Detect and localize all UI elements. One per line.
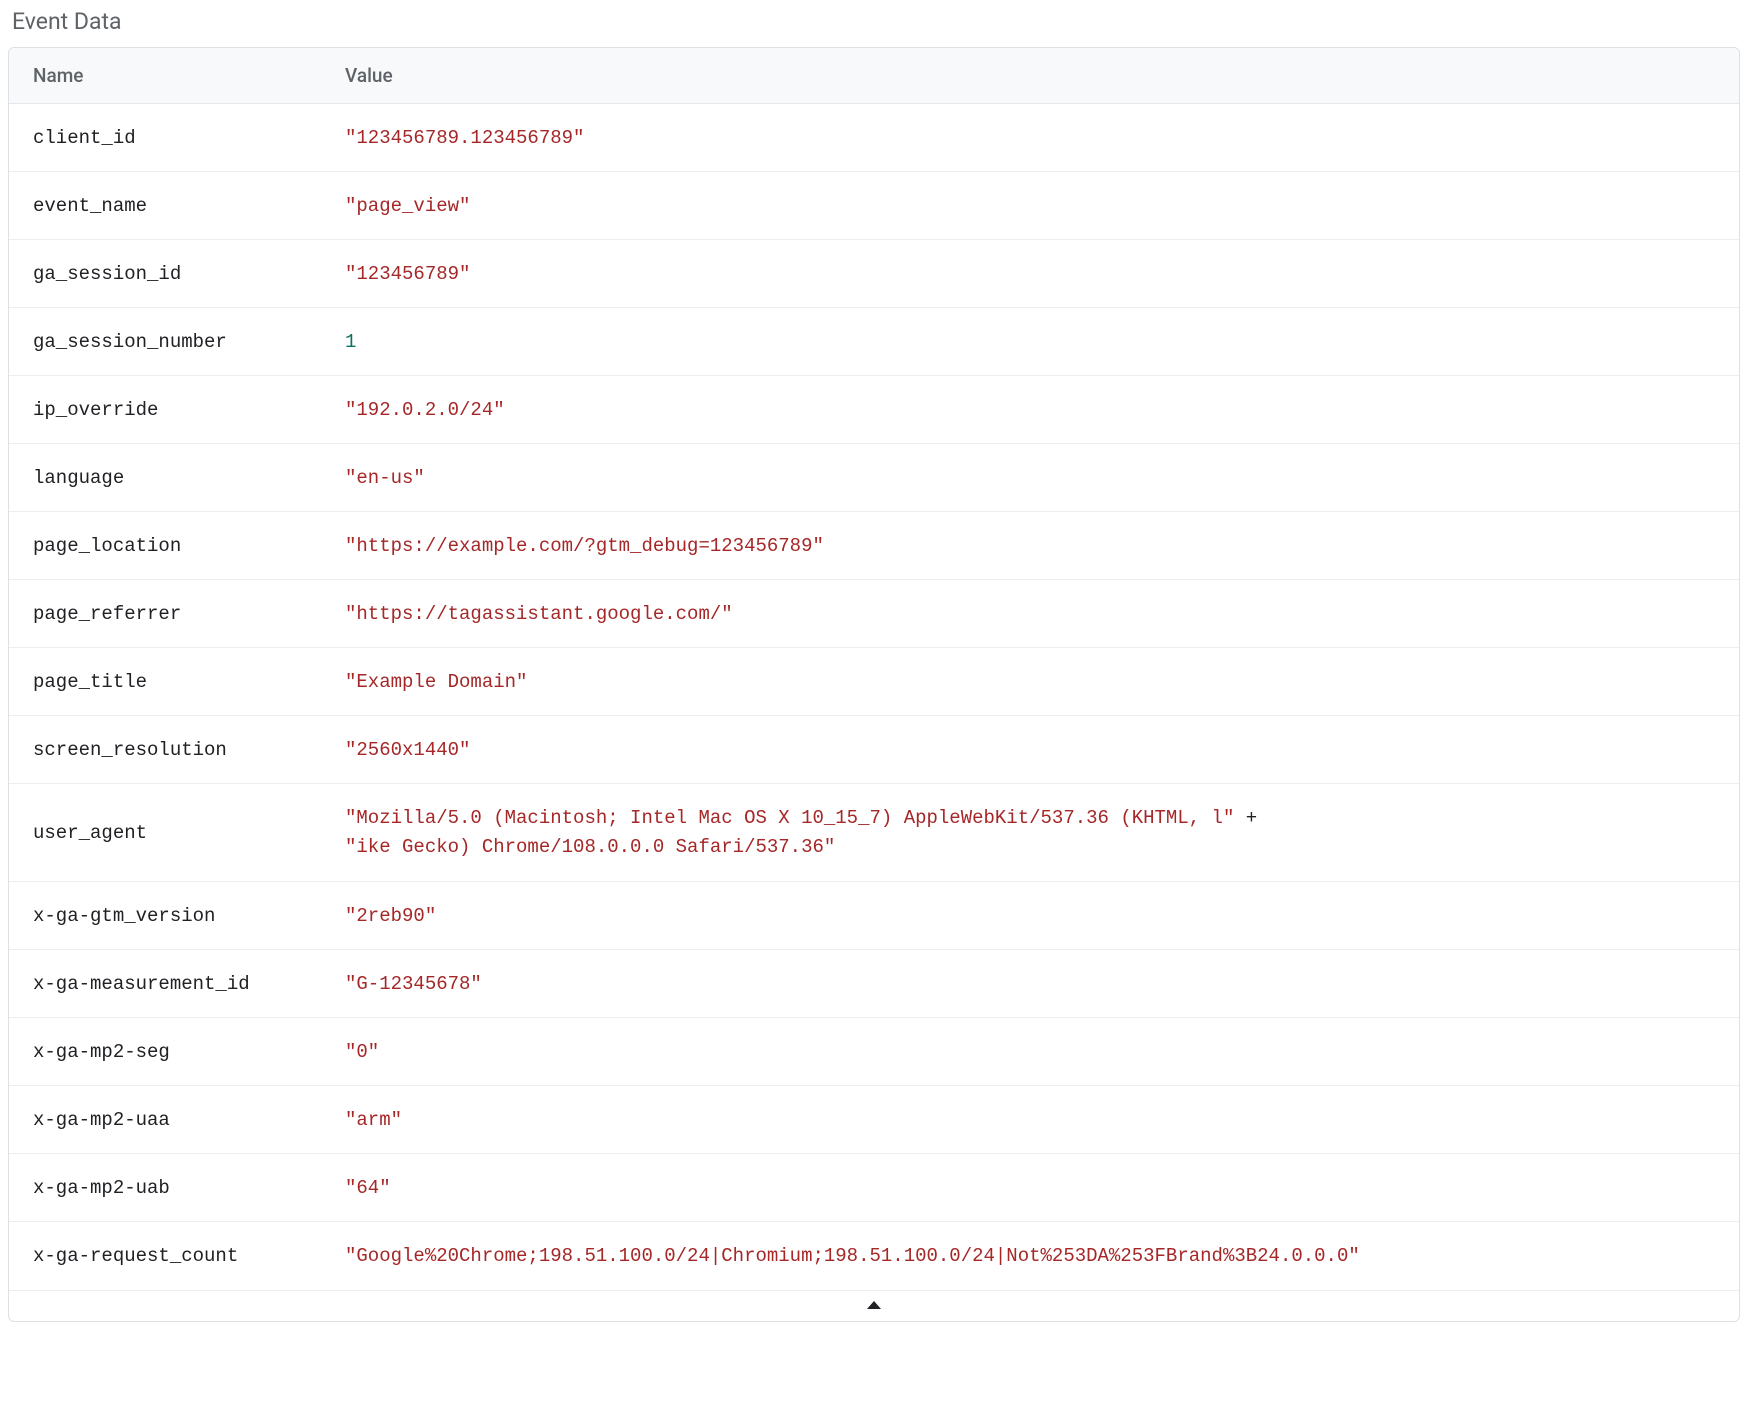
table-row[interactable]: language"en-us" bbox=[9, 444, 1739, 512]
column-header-value: Value bbox=[345, 64, 1715, 87]
table-row[interactable]: x-ga-mp2-uab"64" bbox=[9, 1154, 1739, 1222]
table-row[interactable]: client_id"123456789.123456789" bbox=[9, 104, 1739, 172]
row-value: "https://example.com/?gtm_debug=12345678… bbox=[345, 535, 1715, 557]
column-header-name: Name bbox=[33, 64, 345, 87]
row-value: "Example Domain" bbox=[345, 671, 1715, 693]
row-name: client_id bbox=[33, 127, 345, 149]
table-row[interactable]: page_title"Example Domain" bbox=[9, 648, 1739, 716]
row-name: user_agent bbox=[33, 822, 345, 844]
table-row[interactable]: x-ga-measurement_id"G-12345678" bbox=[9, 950, 1739, 1018]
table-row[interactable]: ga_session_number1 bbox=[9, 308, 1739, 376]
row-name: x-ga-mp2-seg bbox=[33, 1041, 345, 1063]
table-row[interactable]: ip_override"192.0.2.0/24" bbox=[9, 376, 1739, 444]
row-value: "arm" bbox=[345, 1109, 1715, 1131]
row-value: "192.0.2.0/24" bbox=[345, 399, 1715, 421]
table-row[interactable]: x-ga-gtm_version"2reb90" bbox=[9, 882, 1739, 950]
row-name: x-ga-gtm_version bbox=[33, 905, 345, 927]
row-name: x-ga-request_count bbox=[33, 1245, 345, 1267]
row-value: "123456789" bbox=[345, 263, 1715, 285]
row-name: screen_resolution bbox=[33, 739, 345, 761]
row-name: page_title bbox=[33, 671, 345, 693]
table-row[interactable]: screen_resolution"2560x1440" bbox=[9, 716, 1739, 784]
row-value: "page_view" bbox=[345, 195, 1715, 217]
chevron-up-icon bbox=[867, 1301, 881, 1309]
row-name: x-ga-measurement_id bbox=[33, 973, 345, 995]
table-row[interactable]: page_referrer"https://tagassistant.googl… bbox=[9, 580, 1739, 648]
row-value: "Mozilla/5.0 (Macintosh; Intel Mac OS X … bbox=[345, 804, 1715, 861]
table-row[interactable]: user_agent"Mozilla/5.0 (Macintosh; Intel… bbox=[9, 784, 1739, 882]
table-header: Name Value bbox=[9, 48, 1739, 104]
row-value: "0" bbox=[345, 1041, 1715, 1063]
row-value: "123456789.123456789" bbox=[345, 127, 1715, 149]
row-value: "en-us" bbox=[345, 467, 1715, 489]
row-name: ga_session_number bbox=[33, 331, 345, 353]
row-name: language bbox=[33, 467, 345, 489]
table-row[interactable]: ga_session_id"123456789" bbox=[9, 240, 1739, 308]
row-value: 1 bbox=[345, 331, 1715, 353]
row-name: x-ga-mp2-uaa bbox=[33, 1109, 345, 1131]
table-row[interactable]: page_location"https://example.com/?gtm_d… bbox=[9, 512, 1739, 580]
row-value: "https://tagassistant.google.com/" bbox=[345, 603, 1715, 625]
row-value: "Google%20Chrome;198.51.100.0/24|Chromiu… bbox=[345, 1245, 1715, 1267]
page-title: Event Data bbox=[12, 8, 1740, 35]
row-value: "2reb90" bbox=[345, 905, 1715, 927]
table-row[interactable]: x-ga-mp2-seg"0" bbox=[9, 1018, 1739, 1086]
row-name: page_referrer bbox=[33, 603, 345, 625]
row-value: "64" bbox=[345, 1177, 1715, 1199]
collapse-button[interactable] bbox=[9, 1290, 1739, 1321]
row-name: page_location bbox=[33, 535, 345, 557]
row-value: "2560x1440" bbox=[345, 739, 1715, 761]
row-name: x-ga-mp2-uab bbox=[33, 1177, 345, 1199]
row-value: "G-12345678" bbox=[345, 973, 1715, 995]
table-row[interactable]: x-ga-request_count"Google%20Chrome;198.5… bbox=[9, 1222, 1739, 1290]
row-name: ga_session_id bbox=[33, 263, 345, 285]
row-name: event_name bbox=[33, 195, 345, 217]
row-name: ip_override bbox=[33, 399, 345, 421]
event-data-table: Name Value client_id"123456789.123456789… bbox=[8, 47, 1740, 1322]
table-row[interactable]: event_name"page_view" bbox=[9, 172, 1739, 240]
table-row[interactable]: x-ga-mp2-uaa"arm" bbox=[9, 1086, 1739, 1154]
